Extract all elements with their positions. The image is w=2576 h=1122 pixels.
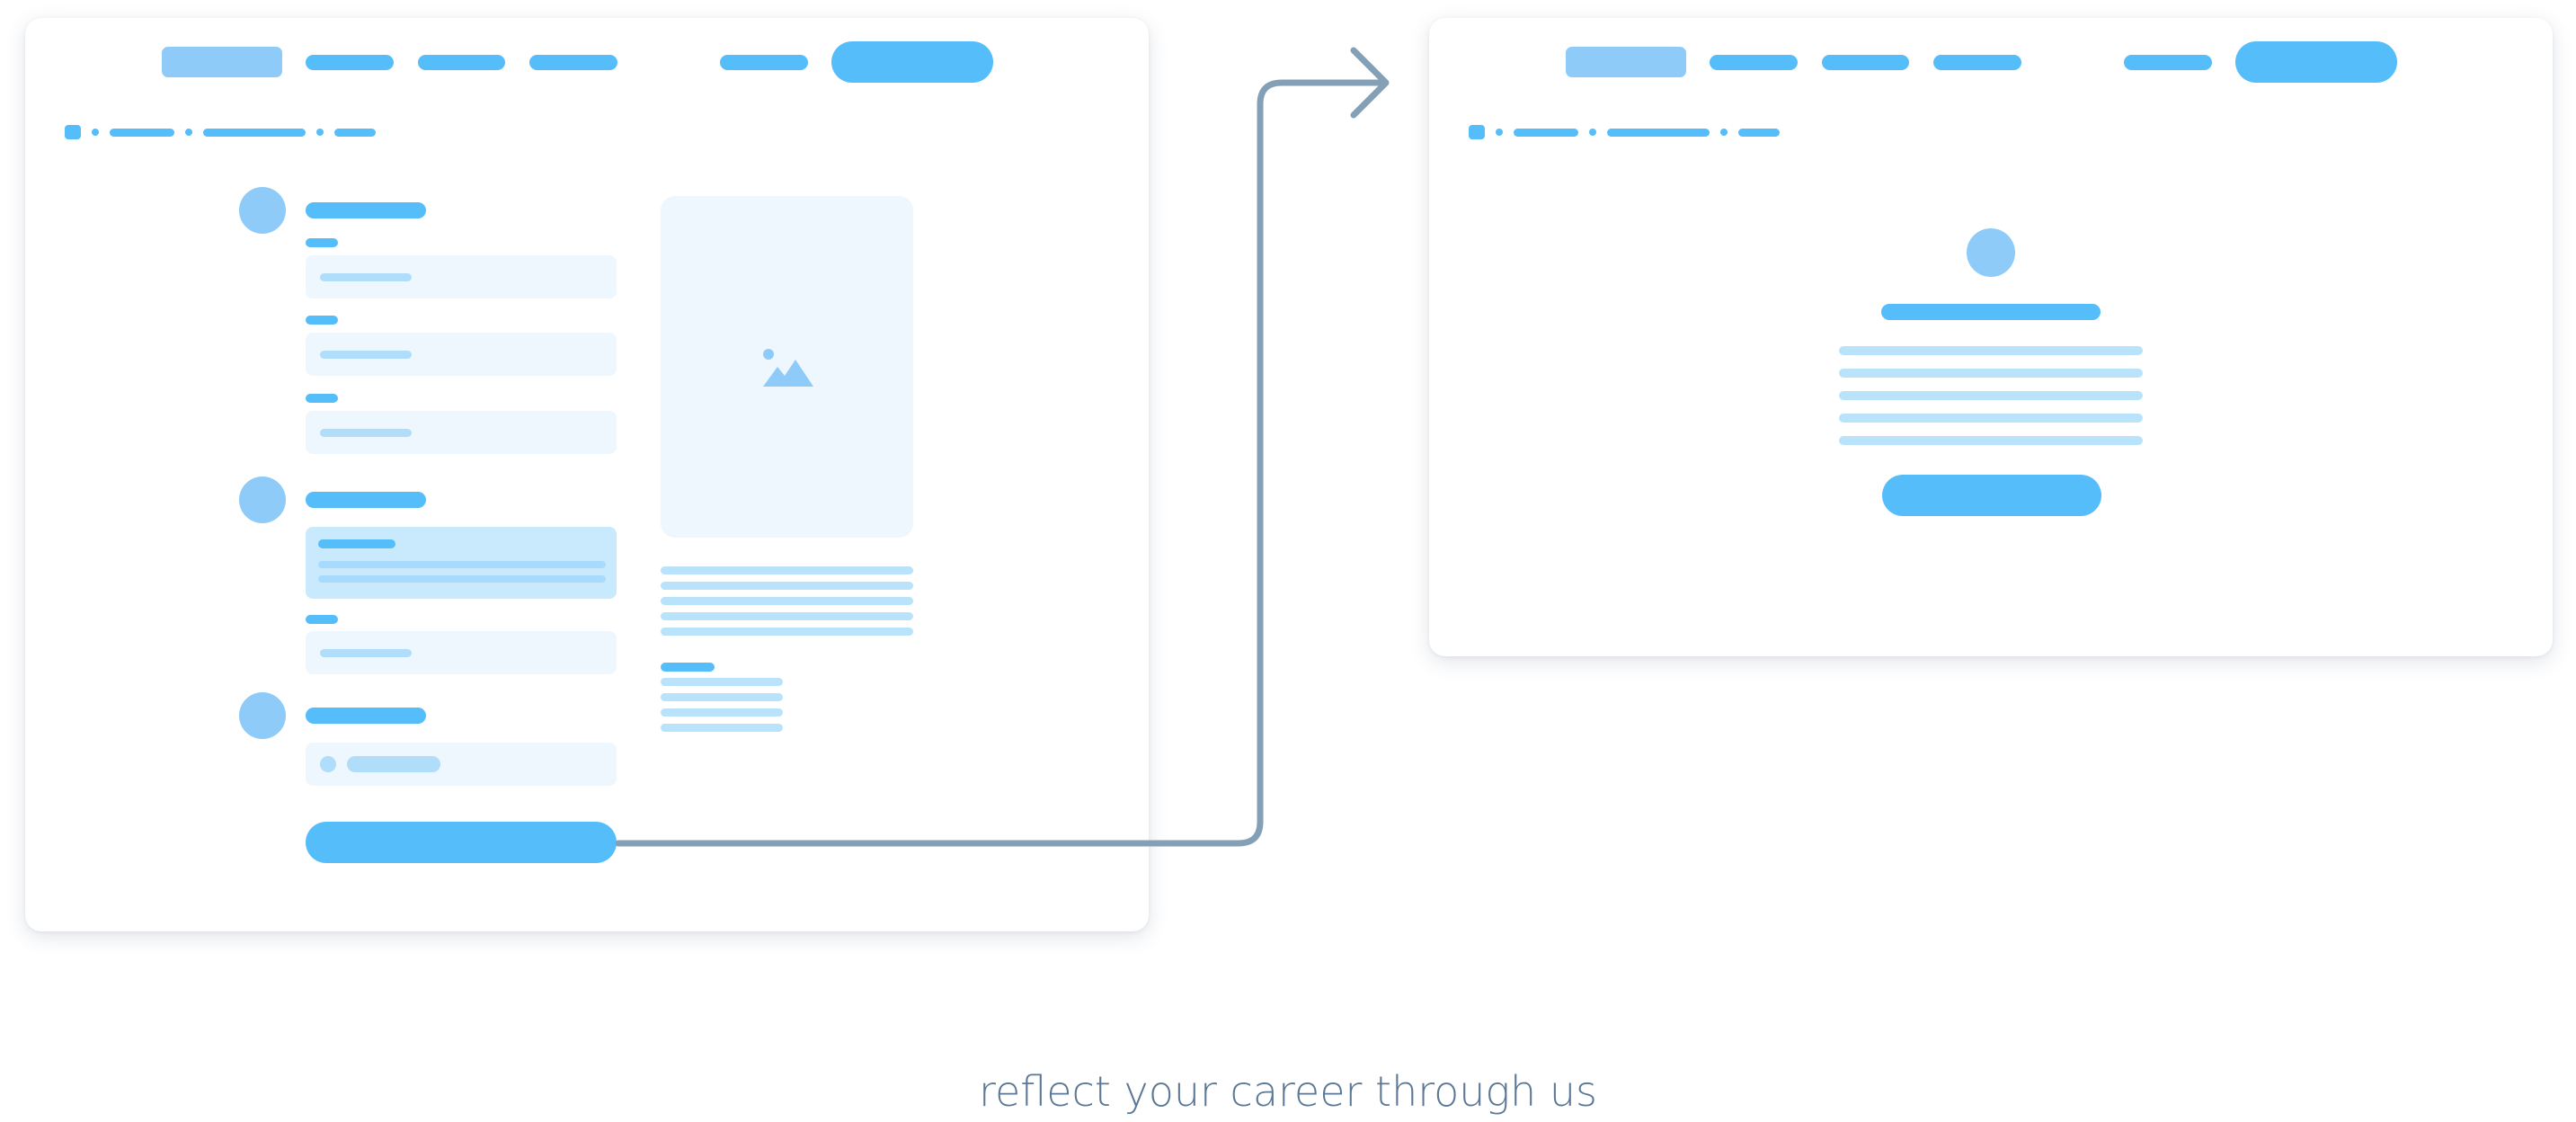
description-line — [661, 566, 913, 574]
nav-link-placeholder[interactable] — [1710, 55, 1798, 70]
nav-link-placeholder[interactable] — [306, 55, 394, 70]
nav-cta-button[interactable] — [831, 41, 993, 83]
nav-logo-placeholder — [1566, 47, 1686, 77]
text-field[interactable] — [306, 333, 617, 376]
nav-link-placeholder[interactable] — [1822, 55, 1909, 70]
breadcrumb-separator — [1496, 129, 1503, 136]
description-line — [661, 612, 913, 620]
textarea-label-placeholder — [318, 539, 395, 548]
text-line — [1839, 346, 2143, 355]
breadcrumb — [1469, 123, 1810, 141]
description-line — [661, 628, 913, 636]
textarea-line — [318, 575, 606, 583]
breadcrumb-item — [1738, 129, 1780, 137]
details-list — [661, 678, 783, 750]
nav-link-placeholder[interactable] — [529, 55, 617, 70]
success-avatar — [1967, 228, 2015, 277]
field-label-placeholder — [306, 615, 338, 624]
breadcrumb-separator — [316, 129, 324, 136]
home-icon[interactable] — [65, 125, 81, 139]
section-title-placeholder — [306, 708, 426, 724]
field-placeholder — [320, 649, 412, 657]
confirmation-text — [1839, 346, 2143, 445]
field-label-placeholder — [306, 316, 338, 325]
text-line — [1839, 391, 2143, 400]
submit-button[interactable] — [306, 822, 617, 863]
list-line — [661, 678, 783, 686]
caption: reflect your career through us — [979, 1067, 1597, 1116]
description-line — [661, 597, 913, 605]
text-line — [1839, 414, 2143, 423]
text-field[interactable] — [306, 631, 617, 674]
breadcrumb-item[interactable] — [1514, 129, 1578, 137]
nav-link-placeholder[interactable] — [2124, 55, 2212, 70]
breadcrumb-separator — [92, 129, 99, 136]
confirmation-page-wireframe — [1429, 18, 2553, 656]
job-image-card — [661, 196, 913, 538]
textarea-active[interactable] — [306, 527, 617, 599]
field-label-placeholder — [306, 394, 338, 403]
text-field[interactable] — [306, 411, 617, 454]
file-upload-field[interactable] — [306, 743, 617, 786]
details-heading-placeholder — [661, 663, 715, 672]
breadcrumb-item[interactable] — [1607, 129, 1710, 137]
file-name-placeholder — [347, 756, 440, 772]
section-title-placeholder — [306, 492, 426, 508]
attachment-icon — [320, 756, 336, 772]
breadcrumb-item[interactable] — [110, 129, 174, 137]
nav-link-placeholder[interactable] — [418, 55, 505, 70]
form-page-wireframe — [25, 18, 1149, 931]
step-avatar — [239, 692, 286, 739]
description-block — [661, 566, 913, 656]
continue-button[interactable] — [1882, 475, 2101, 516]
breadcrumb-item — [334, 129, 376, 137]
image-icon — [763, 349, 813, 387]
field-placeholder — [320, 351, 412, 359]
field-label-placeholder — [306, 238, 338, 247]
field-placeholder — [320, 429, 412, 437]
breadcrumb-item[interactable] — [203, 129, 306, 137]
list-line — [661, 724, 783, 732]
text-line — [1839, 369, 2143, 378]
description-line — [661, 582, 913, 590]
list-line — [661, 708, 783, 717]
text-field[interactable] — [306, 255, 617, 298]
textarea-line — [318, 561, 606, 568]
list-line — [661, 693, 783, 701]
field-placeholder — [320, 273, 412, 281]
section-title-placeholder — [306, 202, 426, 218]
breadcrumb-separator — [1589, 129, 1596, 136]
nav-cta-button[interactable] — [2235, 41, 2397, 83]
nav-link-placeholder[interactable] — [720, 55, 808, 70]
arrow-right-icon — [1350, 47, 1390, 119]
step-avatar — [239, 187, 286, 234]
nav-logo-placeholder — [162, 47, 282, 77]
breadcrumb-separator — [185, 129, 192, 136]
confirmation-title-placeholder — [1881, 304, 2101, 320]
text-line — [1839, 436, 2143, 445]
breadcrumb — [65, 123, 406, 141]
home-icon[interactable] — [1469, 125, 1485, 139]
step-avatar — [239, 476, 286, 523]
breadcrumb-separator — [1720, 129, 1728, 136]
nav-link-placeholder[interactable] — [1933, 55, 2021, 70]
